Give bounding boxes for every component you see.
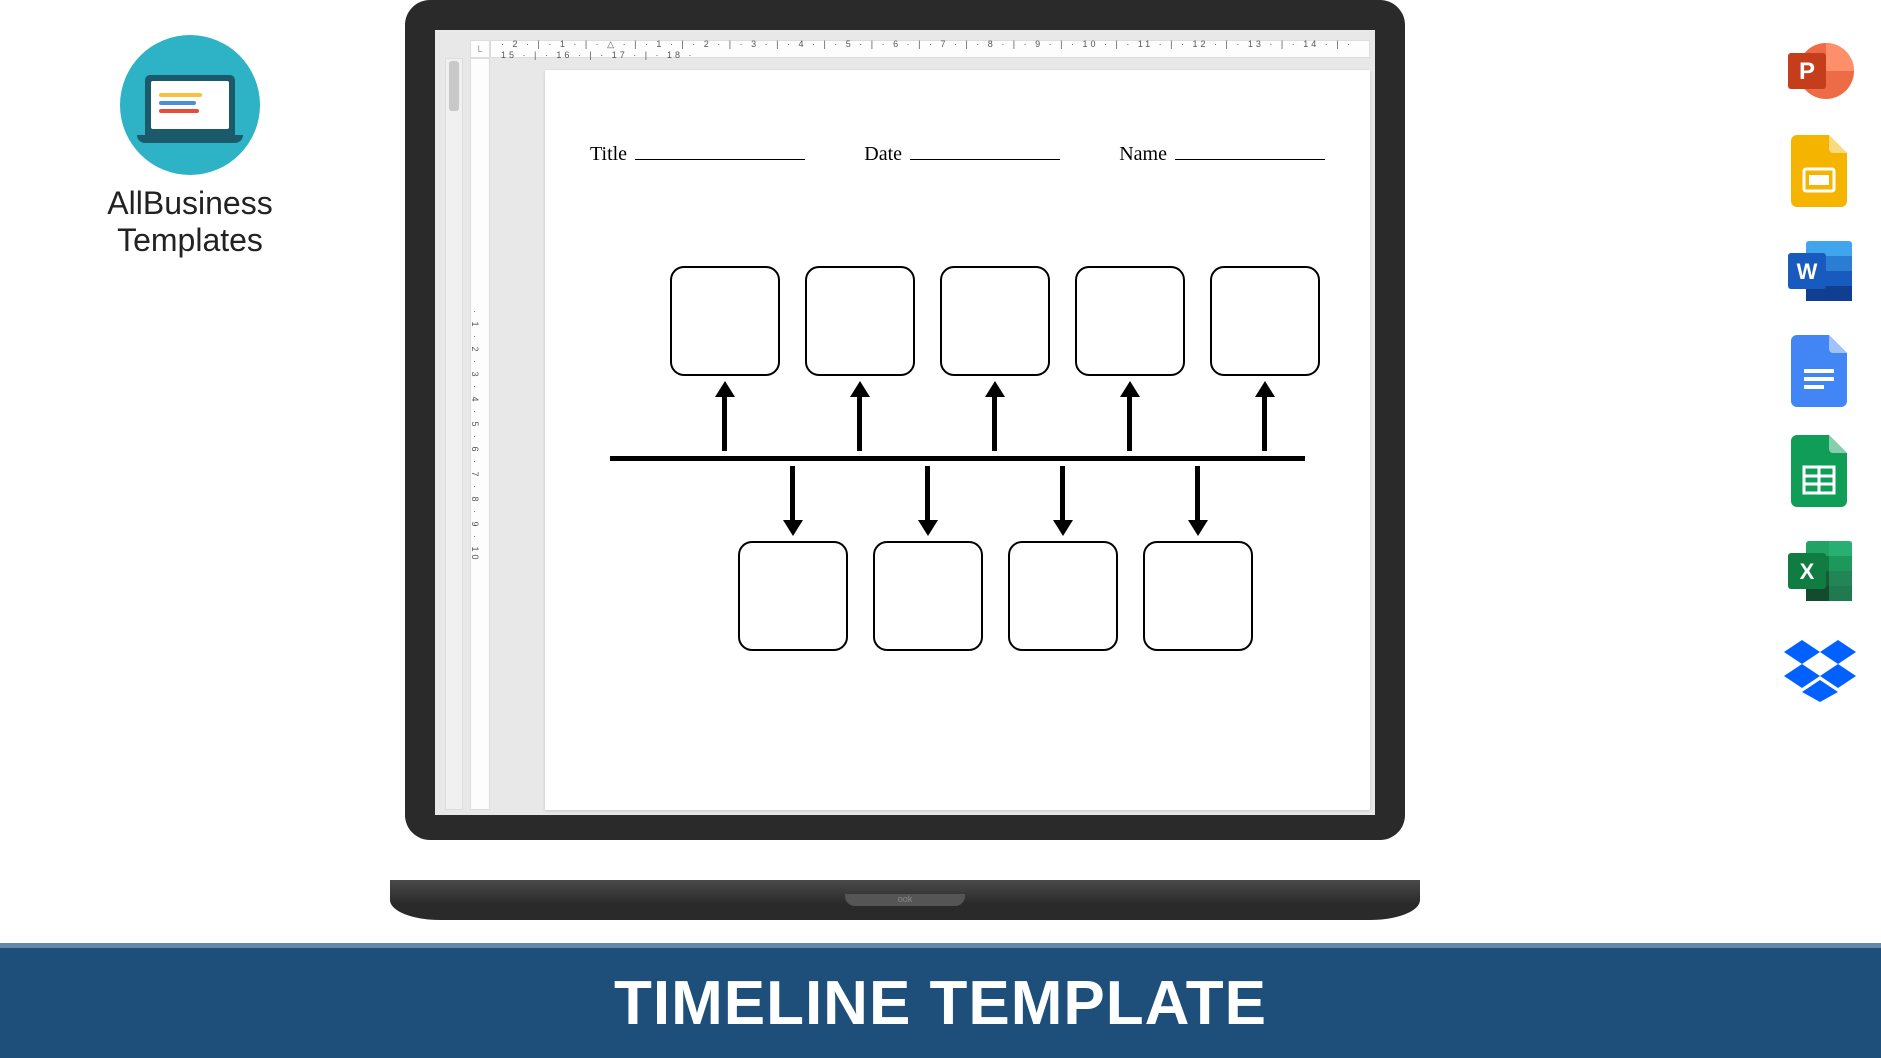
brand-logo: AllBusiness Templates [80,35,300,259]
vertical-ruler: · 1 · 2 · 3 · 4 · 5 · 6 · 7 · 8 · 9 · 10 [470,58,490,810]
timeline-box-top-5 [1210,266,1320,376]
google-docs-icon [1784,335,1856,407]
timeline-box-bottom-2 [873,541,983,651]
timeline-box-bottom-3 [1008,541,1118,651]
laptop-mockup: L · 2 · | · 1 · | · △ · | · 1 · | · 2 · … [390,0,1420,920]
header-fields: Title Date Name [590,140,1325,166]
timeline-box-bottom-4 [1143,541,1253,651]
title-field: Title [590,140,805,166]
brand-name-line2: Templates [80,222,300,259]
brand-name-line1: AllBusiness [80,185,300,222]
name-field: Name [1119,140,1325,166]
arrow-up-2 [857,391,862,451]
timeline-box-top-3 [940,266,1050,376]
word-icon: W [1784,235,1856,307]
timeline-box-top-2 [805,266,915,376]
ruler-corner: L [470,40,490,58]
title-banner: TIMELINE TEMPLATE [0,943,1881,1058]
arrow-up-1 [722,391,727,451]
svg-text:P: P [1799,58,1815,85]
document-page: Title Date Name [545,70,1370,810]
dropbox-icon [1784,635,1856,707]
editor-screen: L · 2 · | · 1 · | · △ · | · 1 · | · 2 · … [435,30,1375,815]
date-field: Date [864,140,1060,166]
horizontal-ruler: · 2 · | · 1 · | · △ · | · 1 · | · 2 · | … [490,40,1370,58]
arrow-up-3 [992,391,997,451]
svg-text:X: X [1800,559,1815,584]
laptop-base: ook [390,880,1420,920]
title-label: Title [590,143,627,166]
google-slides-icon [1784,135,1856,207]
arrow-up-4 [1127,391,1132,451]
timeline-box-top-4 [1075,266,1185,376]
arrow-down-4 [1195,466,1200,526]
format-icons-column: P W [1784,35,1856,707]
arrow-down-2 [925,466,930,526]
title-blank-line [635,140,805,160]
powerpoint-icon: P [1784,35,1856,107]
date-blank-line [910,140,1060,160]
timeline-diagram [610,236,1305,696]
name-blank-line [1175,140,1325,160]
timeline-box-bottom-1 [738,541,848,651]
name-label: Name [1119,143,1167,166]
google-sheets-icon [1784,435,1856,507]
timeline-axis [610,456,1305,461]
laptop-hinge: ook [845,894,965,906]
excel-icon: X [1784,535,1856,607]
brand-logo-icon [120,35,260,175]
arrow-down-1 [790,466,795,526]
banner-title: TIMELINE TEMPLATE [614,968,1267,1039]
date-label: Date [864,143,902,166]
arrow-down-3 [1060,466,1065,526]
svg-text:W: W [1797,259,1818,284]
timeline-box-top-1 [670,266,780,376]
arrow-up-5 [1262,391,1267,451]
